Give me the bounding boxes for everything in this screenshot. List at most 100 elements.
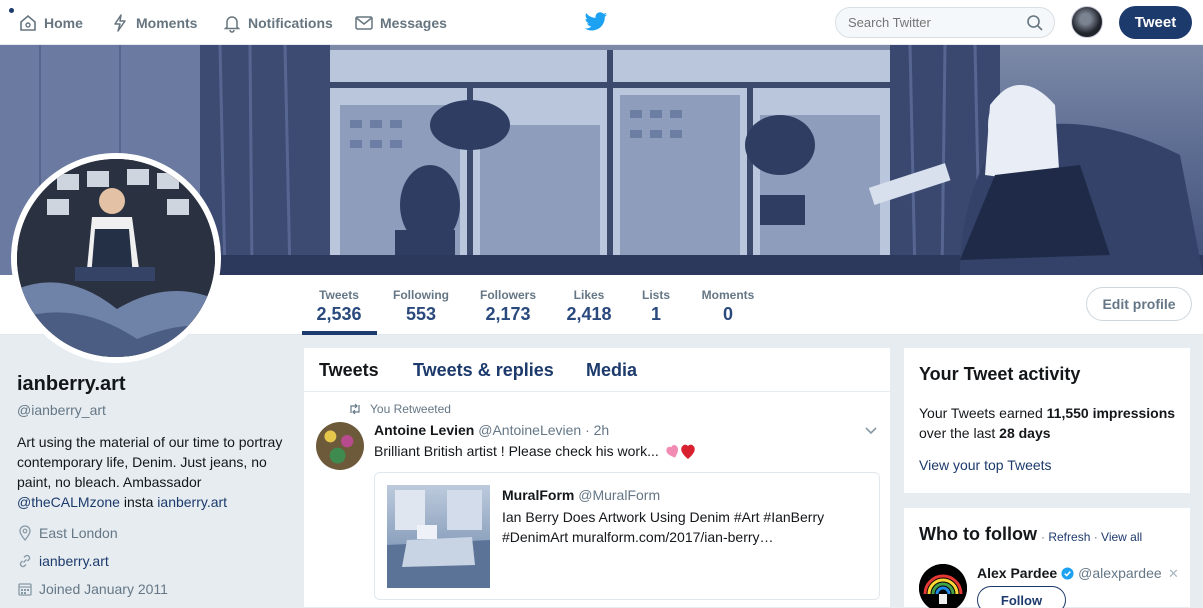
tweet-header: Antoine Levien @AntoineLevien · 2h [374,422,609,438]
home-icon [20,14,36,31]
stat-moments[interactable]: Moments 0 [694,288,762,325]
bio-mention-link[interactable]: @theCALMzone [17,494,120,510]
stat-followers-value: 2,173 [485,304,531,324]
stat-likes[interactable]: Likes 2,418 [556,288,622,325]
tweet-author-name[interactable]: Antoine Levien [374,422,474,438]
chevron-down-icon[interactable] [864,426,878,436]
tweet-author-avatar[interactable] [316,422,364,470]
stat-lists-value: 1 [650,304,661,324]
new-activity-dot [9,8,14,13]
profile-bio: Art using the material of our time to po… [17,432,287,512]
stat-tweets[interactable]: Tweets 2,536 [303,288,375,325]
verified-badge-icon [1061,566,1074,580]
edit-profile-button[interactable]: Edit profile [1086,287,1192,321]
location-text: East London [39,525,118,541]
nav-messages[interactable]: Messages [354,0,447,45]
stat-likes-label: Likes [573,288,605,302]
retweet-context: You Retweeted [348,402,451,416]
nav-notifications-label: Notifications [248,14,333,31]
tab-tweets-and-replies[interactable]: Tweets & replies [413,360,554,381]
activity-impressions: 11,550 impressions [1046,405,1176,421]
hearts-emoji-icon [666,444,695,459]
profile-website: ianberry.art [17,553,109,569]
suggested-user-info: Alex Pardee @alexpardee [977,565,1162,581]
stat-followers[interactable]: Followers 2,173 [472,288,544,325]
stat-followers-label: Followers [479,288,536,302]
retweet-icon [350,403,360,415]
view-all-link[interactable]: View all [1101,530,1142,544]
stat-lists[interactable]: Lists 1 [632,288,680,325]
profile-handle: @ianberry_art [17,402,106,418]
suggested-user-avatar[interactable] [919,564,967,608]
stat-tweets-label: Tweets [319,288,359,302]
follow-button[interactable]: Follow [977,586,1066,608]
activity-days: 28 days [999,425,1051,441]
quoted-author-name: MuralForm [502,487,575,503]
tweet-activity-summary: Your Tweets earned 11,550 impressions ov… [919,403,1179,443]
nav-moments-label: Moments [136,14,198,31]
who-to-follow-card: Who to follow · Refresh · View all Alex … [903,507,1191,608]
profile-photo [17,159,215,357]
calendar-icon [18,583,32,596]
website-link[interactable]: ianberry.art [39,553,109,569]
quoted-tweet-text: Ian Berry Does Artwork Using Denim #Art … [502,509,825,545]
user-avatar-menu[interactable] [1071,6,1103,38]
compose-tweet-button[interactable]: Tweet [1119,6,1192,39]
activity-text-mid: over the last [919,425,1000,441]
who-to-follow-title: Who to follow [919,524,1037,544]
nav-moments[interactable]: Moments [110,0,197,45]
stat-following[interactable]: Following 553 [385,288,457,325]
stat-lists-label: Lists [641,288,670,302]
profile-avatar[interactable] [11,153,221,363]
lightning-icon [114,13,126,32]
active-stat-indicator [302,331,377,335]
link-icon [19,554,31,568]
tweet-activity-card: Your Tweet activity Your Tweets earned 1… [903,347,1191,494]
search-input[interactable] [835,7,1055,38]
bio-text: Art using the material of our time to po… [17,434,283,490]
bio-middle-text: insta [119,494,158,510]
view-top-tweets-link[interactable]: View your top Tweets [919,457,1052,473]
profile-joined: Joined January 2011 [17,581,168,597]
quoted-tweet-image [387,485,490,588]
nav-notifications[interactable]: Notifications [222,0,333,45]
tab-tweets[interactable]: Tweets [319,360,379,381]
profile-location: East London [17,525,118,541]
nav-home[interactable]: Home [18,0,83,45]
tweet-text: Brilliant British artist ! Please check … [374,442,699,460]
profile-name: ianberry.art [17,373,126,395]
who-to-follow-actions: · Refresh · View all [1041,530,1142,544]
refresh-link[interactable]: Refresh [1048,530,1090,544]
suggested-user-name[interactable]: Alex Pardee [977,565,1057,581]
envelope-icon [355,15,373,30]
stat-moments-value: 0 [722,304,733,324]
bell-icon [223,15,241,33]
bio-website-link[interactable]: ianberry.art [157,494,227,510]
activity-text-pre: Your Tweets earned [919,405,1047,421]
quoted-tweet-card[interactable]: MuralForm @MuralForm Ian Berry Does Artw… [374,472,880,600]
tab-media[interactable]: Media [586,360,637,381]
stat-following-value: 553 [405,304,437,324]
tweet-activity-title: Your Tweet activity [919,364,1081,384]
tweet-timeline: Tweets Tweets & replies Media You Retwee… [303,347,891,608]
quoted-tweet-header: MuralForm @MuralForm [502,487,660,503]
location-pin-icon [19,525,31,541]
tweet-time[interactable]: · 2h [585,422,609,438]
nav-messages-label: Messages [380,14,447,31]
stat-following-label: Following [393,288,449,302]
search-icon[interactable] [1026,14,1044,32]
separator-dot: · [1090,530,1102,544]
nav-home-label: Home [44,14,83,31]
top-navigation-bar: Home Moments Notifications Messages Twee… [0,0,1203,45]
quoted-author-handle: @MuralForm [578,487,661,503]
stat-tweets-value: 2,536 [316,304,362,324]
tweet-author-handle[interactable]: @AntoineLevien [478,422,581,438]
tweet-text-content: Brilliant British artist ! Please check … [374,443,659,459]
twitter-bird-icon[interactable] [584,11,608,33]
joined-text: Joined January 2011 [39,581,168,597]
stat-moments-label: Moments [701,288,755,302]
retweet-label: You Retweeted [370,402,451,416]
dismiss-suggestion-icon[interactable]: ✕ [1168,566,1179,582]
suggested-user-handle: @alexpardee [1078,565,1162,581]
timeline-tabs: Tweets Tweets & replies Media [304,348,890,392]
